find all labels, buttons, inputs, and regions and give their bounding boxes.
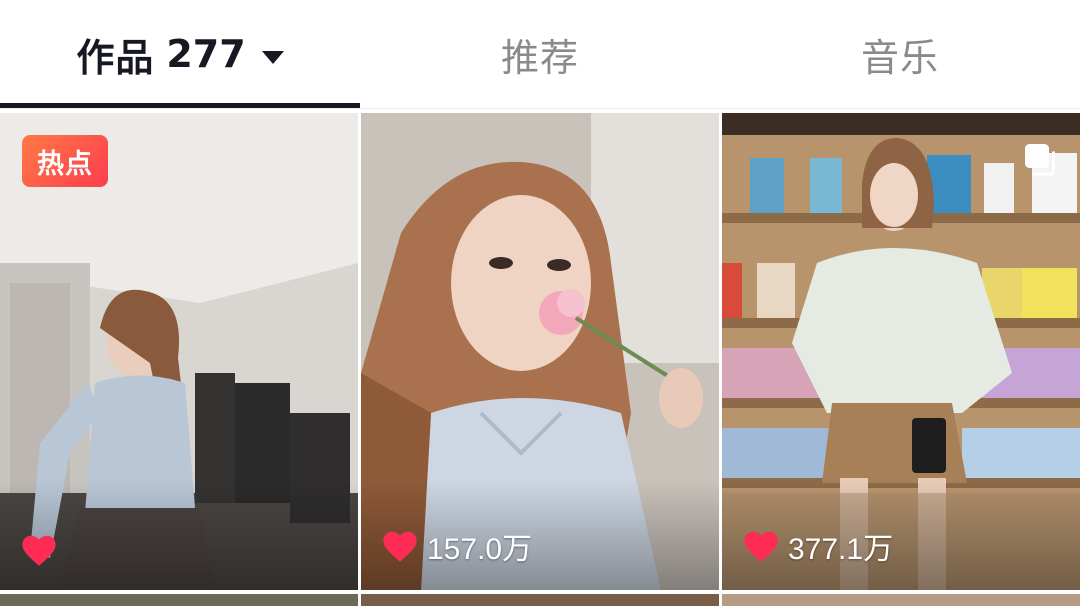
hot-badge: 热点 [22,135,108,187]
tab-recommend[interactable]: 推荐 [360,0,720,108]
heart-icon [383,531,417,562]
video-thumbnail-4[interactable] [0,594,358,606]
tab-divider [0,108,1080,109]
heart-icon [22,535,56,566]
tab-works-count: 277 [166,32,246,76]
like-count: 377.1万 [788,533,894,566]
video-thumbnail-3[interactable]: 377.1万 [722,113,1080,590]
likes-row: 157.0万 [381,524,532,568]
tab-music[interactable]: 音乐 [720,0,1080,108]
tab-works-label: 作品 [76,35,155,80]
heart-icon [744,531,778,562]
tab-music-label: 音乐 [860,35,939,80]
tab-works[interactable]: 作品 277 [0,0,360,108]
caret-down-icon[interactable] [261,50,284,64]
tab-recommend-label: 推荐 [500,35,579,80]
multi-image-icon [1025,144,1055,176]
video-thumbnail-6[interactable] [722,594,1080,606]
video-thumbnail-2[interactable]: 157.0万 [361,113,719,590]
likes-row [20,532,66,568]
profile-tab-bar: 作品 277 推荐 音乐 [0,0,1080,108]
video-thumbnail-5[interactable] [361,594,719,606]
like-count: 157.0万 [427,533,533,566]
likes-row: 377.1万 [742,524,893,568]
video-thumbnail-1[interactable]: 热点 [0,113,358,590]
